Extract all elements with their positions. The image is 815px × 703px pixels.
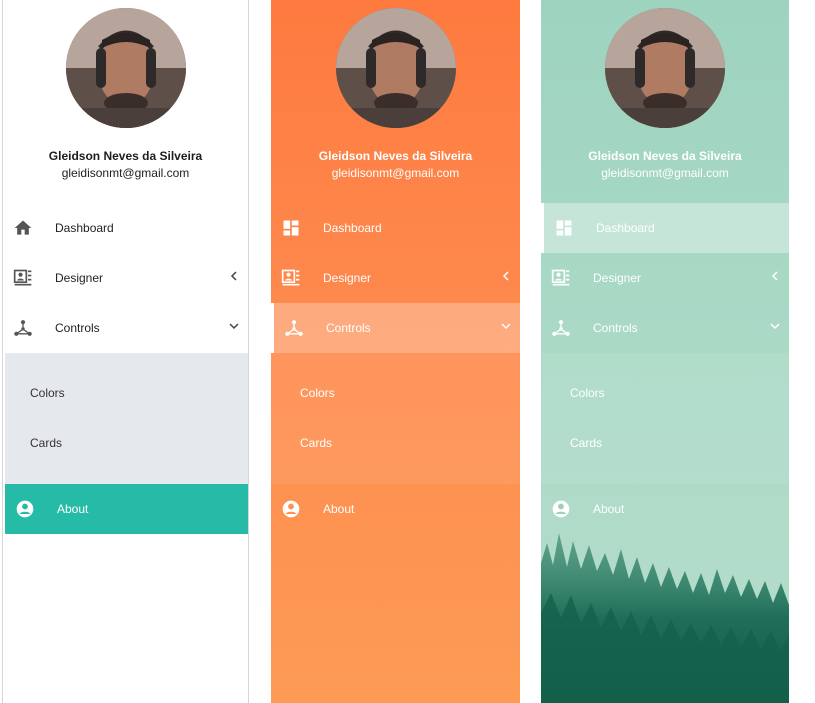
controls-icon	[285, 320, 303, 336]
menu-item-dashboard[interactable]: Dashboard	[3, 203, 248, 253]
submenu-item-cards[interactable]: Cards	[541, 418, 789, 468]
menu-item-label: Controls	[593, 321, 638, 335]
menu-item-label: About	[323, 502, 355, 516]
profile-email: gleidisonmt@gmail.com	[61, 166, 190, 180]
menu-item-label: Controls	[326, 321, 371, 335]
menu-item-dashboard[interactable]: Dashboard	[271, 203, 520, 253]
drawer-light-theme: Gleidson Neves da Silveira gleidisonmt@g…	[2, 0, 249, 703]
chevron-left-icon	[230, 271, 237, 281]
chevron-down-icon	[770, 323, 780, 330]
menu-item-about[interactable]: About	[5, 484, 248, 534]
chevron-left-icon	[771, 271, 778, 281]
controls-submenu: Colors Cards	[541, 353, 789, 484]
submenu-item-label: Colors	[30, 386, 65, 400]
menu-item-label: Designer	[323, 271, 372, 285]
submenu-item-colors[interactable]: Colors	[271, 368, 520, 418]
home-icon	[14, 220, 32, 235]
chevron-left-icon	[502, 271, 509, 281]
dashboard-grid-icon	[283, 220, 299, 236]
menu-item-label: Designer	[55, 271, 104, 285]
menu-item-label: Dashboard	[323, 221, 382, 235]
profile-email: gleidisonmt@gmail.com	[331, 166, 460, 180]
controls-icon	[14, 320, 32, 336]
menu-item-about[interactable]: About	[271, 484, 520, 534]
account-circle-icon	[16, 500, 34, 518]
submenu-item-label: Colors	[300, 386, 335, 400]
menu-item-label: Dashboard	[55, 221, 114, 235]
profile-name: Gleidson Neves da Silveira	[48, 149, 203, 163]
forest-background-image	[541, 533, 789, 703]
menu-item-controls[interactable]: Controls	[541, 303, 789, 353]
submenu-item-label: Cards	[30, 436, 63, 450]
submenu-item-cards[interactable]: Cards	[5, 418, 248, 468]
menu-item-label: Designer	[593, 271, 642, 285]
designer-icon	[551, 269, 570, 286]
designer-icon	[281, 269, 300, 286]
profile-email: gleidisonmt@gmail.com	[601, 166, 729, 180]
submenu-item-cards[interactable]: Cards	[271, 418, 520, 468]
drawer-orange-theme: Gleidson Neves da Silveira gleidisonmt@g…	[271, 0, 520, 703]
controls-icon	[552, 320, 570, 336]
submenu-item-label: Cards	[300, 436, 333, 450]
menu-item-dashboard[interactable]: Dashboard	[541, 203, 789, 253]
dashboard-grid-icon	[556, 220, 572, 236]
menu-item-label: About	[57, 502, 89, 516]
menu-item-label: About	[593, 502, 625, 516]
menu-item-about[interactable]: About	[541, 484, 789, 534]
drawer-forest-theme: Gleidson Neves da Silveira gleidisonmt@g…	[541, 0, 789, 703]
chevron-down-icon	[229, 323, 239, 330]
menu-item-designer[interactable]: Designer	[3, 253, 248, 303]
submenu-item-label: Cards	[570, 436, 603, 450]
controls-submenu: Colors Cards	[5, 353, 248, 484]
designer-icon	[13, 269, 32, 286]
profile-avatar[interactable]	[65, 8, 186, 128]
account-circle-icon	[552, 500, 570, 518]
profile-name: Gleidson Neves da Silveira	[588, 149, 742, 163]
menu-item-controls[interactable]: Controls	[3, 303, 248, 353]
menu-item-designer[interactable]: Designer	[541, 253, 789, 303]
submenu-item-label: Colors	[570, 386, 605, 400]
menu-item-designer[interactable]: Designer	[271, 253, 520, 303]
chevron-down-icon	[501, 323, 511, 330]
menu-item-controls[interactable]: Controls	[271, 303, 520, 353]
account-circle-icon	[282, 500, 300, 518]
profile-name: Gleidson Neves da Silveira	[318, 149, 473, 163]
profile-avatar[interactable]	[335, 8, 456, 128]
controls-submenu: Colors Cards	[271, 353, 520, 484]
submenu-item-colors[interactable]: Colors	[541, 368, 789, 418]
menu-item-label: Controls	[55, 321, 100, 335]
profile-avatar[interactable]	[605, 8, 725, 128]
menu-item-label: Dashboard	[596, 221, 655, 235]
submenu-item-colors[interactable]: Colors	[5, 368, 248, 418]
